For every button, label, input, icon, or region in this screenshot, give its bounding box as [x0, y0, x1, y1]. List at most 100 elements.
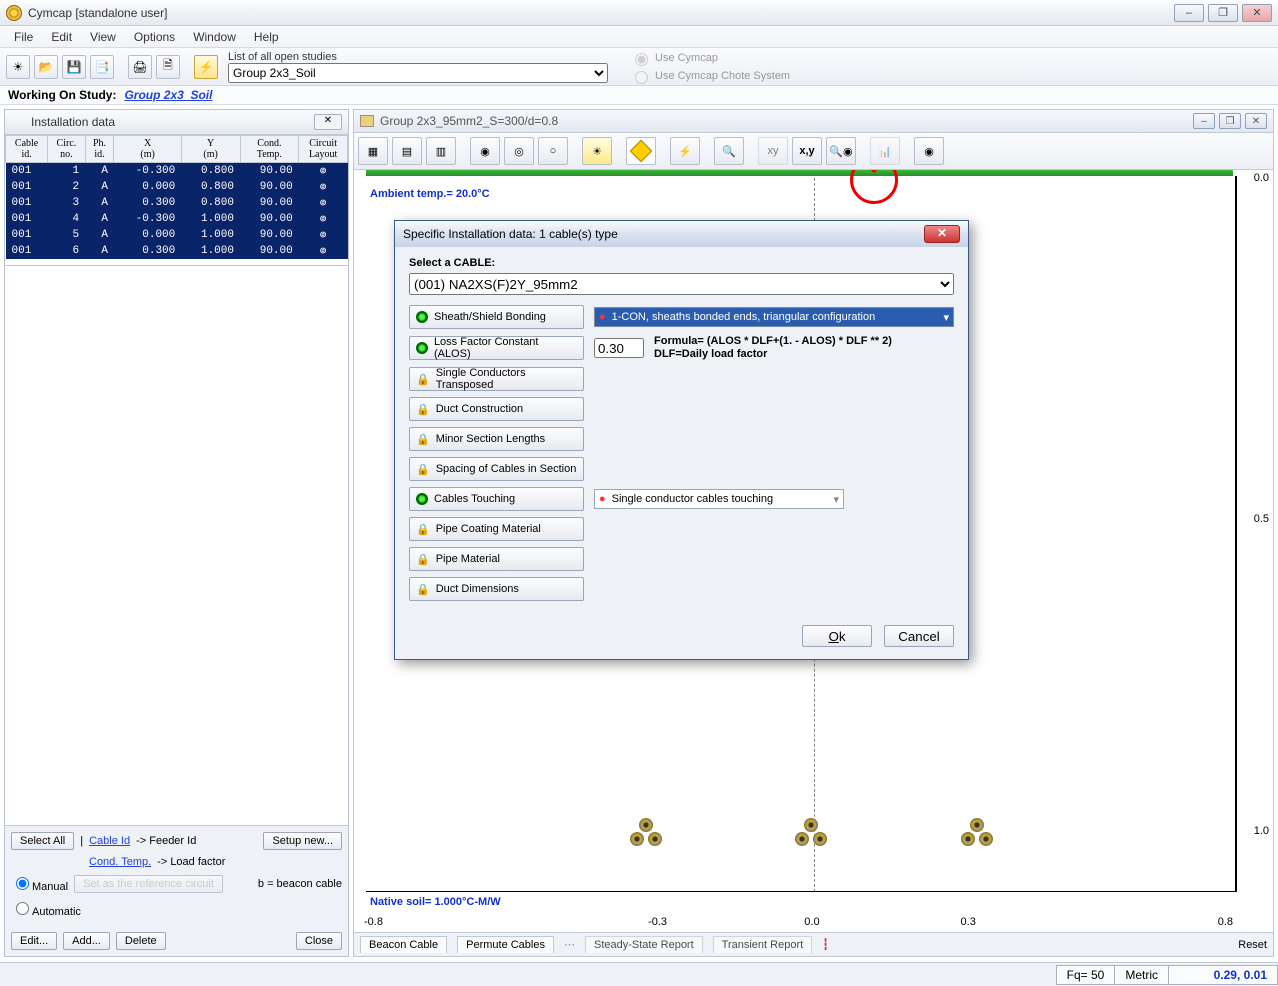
sheath-bonding-value[interactable]: 1-CON, sheaths bonded ends, triangular c…: [594, 307, 954, 327]
y-tick-1: 0.5: [1254, 513, 1269, 525]
duct-dimensions-button[interactable]: 🔒Duct Dimensions: [409, 577, 584, 601]
status-fq: Fq= 50: [1056, 965, 1116, 985]
table-row[interactable]: 0011A-0.3000.80090.00⊚: [6, 163, 348, 180]
tab-marker-icon: ┇: [822, 938, 829, 951]
maximize-button[interactable]: ❐: [1208, 4, 1238, 22]
coords-2-icon[interactable]: x,y: [792, 137, 822, 165]
cable-table[interactable]: Cableid.Circ.no.Ph.id.X(m)Y(m)Cond.Temp.…: [5, 135, 348, 259]
add-button[interactable]: Add...: [63, 932, 110, 950]
x-tick-4: 0.8: [1218, 916, 1233, 928]
zoom-out-icon[interactable]: 🔍: [714, 137, 744, 165]
soil-3-icon[interactable]: ○: [538, 137, 568, 165]
ok-button[interactable]: Ok: [802, 625, 872, 647]
tab-beacon[interactable]: Beacon Cable: [360, 936, 447, 953]
menu-edit[interactable]: Edit: [43, 28, 80, 46]
native-soil-label: Native soil= 1.000°C-M/W: [370, 896, 501, 908]
use-chote-radio[interactable]: Use Cymcap Chote System: [630, 68, 790, 84]
manual-radio[interactable]: Manual: [11, 874, 68, 893]
copy-icon[interactable]: 📑: [90, 55, 114, 79]
select-all-button[interactable]: Select All: [11, 832, 74, 850]
menu-window[interactable]: Window: [185, 28, 244, 46]
minimize-button[interactable]: –: [1174, 4, 1204, 22]
tab-steady[interactable]: Steady-State Report: [585, 936, 703, 953]
cable-data-icon[interactable]: 🔍◉: [826, 137, 856, 165]
doc-minimize-button[interactable]: –: [1193, 113, 1215, 129]
edit-button[interactable]: Edit...: [11, 932, 57, 950]
window-close-button[interactable]: ✕: [1242, 4, 1272, 22]
study-select[interactable]: Group 2x3_Soil: [228, 63, 608, 83]
layout-2-icon[interactable]: ▤: [392, 137, 422, 165]
cable-select[interactable]: (001) NA2XS(F)2Y_95mm2: [409, 273, 954, 295]
sun-icon[interactable]: ☀: [582, 137, 612, 165]
menu-help[interactable]: Help: [246, 28, 287, 46]
x-tick-1: -0.3: [648, 916, 667, 928]
document-toolbar: ▦ ▤ ▥ ◉ ◎ ○ ☀ ⚡ 🔍 xy x,y 🔍◉ 📊 ◉: [353, 133, 1274, 170]
solve-icon[interactable]: ⚡: [670, 137, 700, 165]
table-row[interactable]: 0013A0.3000.80090.00⊚: [6, 195, 348, 211]
study-list-label: List of all open studies: [228, 51, 608, 63]
pipe-material-button[interactable]: 🔒Pipe Material: [409, 547, 584, 571]
cond-temp-link[interactable]: Cond. Temp.: [89, 856, 151, 868]
panel-close-button[interactable]: ✕: [314, 114, 342, 130]
axis-line-right: [1235, 176, 1237, 892]
doc-maximize-button[interactable]: ❐: [1219, 113, 1241, 129]
beacon-note: b = beacon cable: [258, 878, 342, 890]
x-tick-2: 0.0: [804, 916, 819, 928]
working-study-bar: Working On Study: Group 2x3_Soil: [0, 86, 1278, 105]
window-titlebar: Cymcap [standalone user] – ❐ ✕: [0, 0, 1278, 26]
formula-line1: Formula= (ALOS * DLF+(1. - ALOS) * DLF *…: [654, 335, 892, 348]
table-row[interactable]: 0016A0.3001.00090.00⊚: [6, 243, 348, 259]
doc-close-button[interactable]: ✕: [1245, 113, 1267, 129]
cables-touching-button[interactable]: Cables Touching: [409, 487, 584, 511]
alos-input[interactable]: [594, 338, 644, 358]
dialog-close-button[interactable]: ✕: [924, 225, 960, 243]
print-preview-icon[interactable]: 🗎: [156, 55, 180, 79]
cable-group[interactable]: [795, 818, 827, 846]
main-toolbar: ☀ 📂 💾 📑 🖨 🗎 ⚡ List of all open studies G…: [0, 48, 1278, 86]
cables-touching-value[interactable]: Single conductor cables touching▾: [594, 489, 844, 509]
use-cymcap-radio[interactable]: Use Cymcap: [630, 50, 790, 66]
working-study-link[interactable]: Group 2x3_Soil: [124, 88, 212, 102]
print-icon[interactable]: 🖨: [128, 55, 152, 79]
cable-id-link[interactable]: Cable Id: [89, 835, 130, 847]
alos-button[interactable]: Loss Factor Constant (ALOS): [409, 336, 584, 360]
layout-3-icon[interactable]: ▥: [426, 137, 456, 165]
duct-construction-button[interactable]: 🔒Duct Construction: [409, 397, 584, 421]
layout-1-icon[interactable]: ▦: [358, 137, 388, 165]
soil-2-icon[interactable]: ◎: [504, 137, 534, 165]
run-icon[interactable]: ⚡: [194, 55, 218, 79]
cable-group[interactable]: [630, 818, 662, 846]
menu-options[interactable]: Options: [126, 28, 183, 46]
spacing-button[interactable]: 🔒Spacing of Cables in Section: [409, 457, 584, 481]
table-row[interactable]: 0012A0.0000.80090.00⊚: [6, 179, 348, 195]
delete-button[interactable]: Delete: [116, 932, 166, 950]
sct-button[interactable]: 🔒Single Conductors Transposed: [409, 367, 584, 391]
soil-1-icon[interactable]: ◉: [470, 137, 500, 165]
cable-group[interactable]: [961, 818, 993, 846]
menu-bar: File Edit View Options Window Help: [0, 26, 1278, 48]
panel-close-bottom-button[interactable]: Close: [296, 932, 342, 950]
installation-data-panel: Installation data ✕ Cableid.Circ.no.Ph.i…: [4, 109, 349, 957]
reset-link[interactable]: Reset: [1238, 939, 1267, 951]
new-icon[interactable]: ☀: [6, 55, 30, 79]
tab-permute[interactable]: Permute Cables: [457, 936, 554, 953]
setup-new-button[interactable]: Setup new...: [263, 832, 342, 850]
pipe-coating-button[interactable]: 🔒Pipe Coating Material: [409, 517, 584, 541]
sheath-bonding-button[interactable]: Sheath/Shield Bonding: [409, 305, 584, 329]
open-icon[interactable]: 📂: [34, 55, 58, 79]
menu-view[interactable]: View: [82, 28, 124, 46]
window-title: Cymcap [standalone user]: [28, 6, 1174, 20]
tab-transient[interactable]: Transient Report: [713, 936, 813, 953]
target-icon[interactable]: ◉: [914, 137, 944, 165]
warning-icon[interactable]: [626, 137, 656, 165]
save-icon[interactable]: 💾: [62, 55, 86, 79]
menu-file[interactable]: File: [6, 28, 41, 46]
minor-section-button[interactable]: 🔒Minor Section Lengths: [409, 427, 584, 451]
coords-1-icon: xy: [758, 137, 788, 165]
table-row[interactable]: 0015A0.0001.00090.00⊚: [6, 227, 348, 243]
automatic-radio[interactable]: Automatic: [11, 899, 81, 918]
cancel-button[interactable]: Cancel: [884, 625, 954, 647]
document-title: Group 2x3_95mm2_S=300/d=0.8: [380, 114, 558, 128]
table-row[interactable]: 0014A-0.3001.00090.00⊚: [6, 211, 348, 227]
cross-section-canvas[interactable]: Ambient temp.= 20.0°C Native soil= 1.000…: [353, 170, 1274, 933]
